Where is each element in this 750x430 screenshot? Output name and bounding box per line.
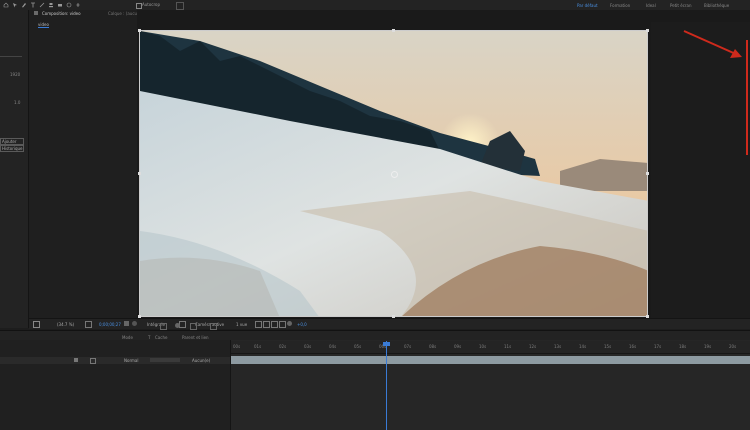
workspace-ideal[interactable]: Ideal (646, 3, 656, 8)
frame-blending-icon[interactable] (210, 323, 217, 330)
fast-preview-icon[interactable] (271, 321, 278, 328)
ruler-tick: 10s (479, 344, 487, 349)
ruler-tick: 20s (729, 344, 737, 349)
add-button[interactable]: Ajouter (0, 138, 24, 145)
region-icon[interactable] (33, 321, 40, 328)
composition-tab[interactable]: Composition: video (42, 11, 81, 16)
motion-blur-icon[interactable] (175, 323, 180, 328)
left-panel: 1920 1.0 Ajouter Historique (0, 10, 29, 328)
selection-tool-icon[interactable] (12, 2, 18, 8)
ruler-tick: 02s (279, 344, 287, 349)
channel-icon[interactable] (132, 321, 137, 326)
type-tool-icon[interactable] (30, 2, 36, 8)
puppet-pin-icon[interactable] (75, 2, 81, 8)
timecode[interactable]: 0;00;00;27 (99, 322, 121, 327)
snap-icon[interactable] (176, 2, 184, 10)
views-select[interactable]: 1 vue (236, 322, 247, 327)
draft-3d-icon[interactable] (160, 323, 167, 330)
time-ruler[interactable]: 01s 02s 03s 04s 05s 06s 07s 08s 09s 10s … (231, 341, 750, 354)
panel-value[interactable]: 1920 (10, 72, 20, 77)
ruler-tick: 08s (429, 344, 437, 349)
playhead-handle[interactable] (383, 342, 390, 346)
anchor-point-icon[interactable] (391, 171, 398, 178)
exposure-icon[interactable] (287, 321, 292, 326)
grid-icon[interactable] (255, 321, 262, 328)
composition-tab-area: Composition: video Calque : (aucun) vide… (29, 10, 141, 328)
composition-subtab[interactable]: video (38, 22, 49, 28)
red-arrow-annotation (683, 30, 742, 58)
pen-tool-icon[interactable] (21, 2, 27, 8)
current-time-indicator[interactable] (386, 341, 387, 430)
3d-icon[interactable] (263, 321, 270, 328)
composition-icon (34, 11, 38, 15)
ruler-tick: 09s (454, 344, 462, 349)
ruler-tick: 14s (579, 344, 587, 349)
layer-duration-bar[interactable] (231, 356, 750, 364)
ruler-tick: 04s (329, 344, 337, 349)
ruler-tick: 15s (604, 344, 612, 349)
workspace-small-screen[interactable]: Petit écran (670, 3, 692, 8)
ruler-tick: 18s (679, 344, 687, 349)
workspace-default[interactable]: Par défaut (577, 3, 598, 8)
roto-brush-icon[interactable] (66, 2, 72, 8)
frame-handle[interactable] (138, 172, 141, 175)
layer-mode[interactable]: Normal (124, 358, 138, 363)
ruler-tick: 19s (704, 344, 712, 349)
frame-handle[interactable] (646, 172, 649, 175)
ruler-tick: 00s (233, 344, 241, 349)
ruler-tick: 05s (354, 344, 362, 349)
workspace-formation[interactable]: Formation (610, 3, 630, 8)
zoom-level[interactable]: (34.7 %) (57, 322, 74, 327)
timeline-layers-panel (0, 340, 230, 430)
ruler-tick: 16s (629, 344, 637, 349)
frame-handle[interactable] (646, 29, 649, 32)
ruler-tick: 17s (654, 344, 662, 349)
red-edge-annotation (746, 40, 748, 155)
transparency-grid-icon[interactable] (279, 321, 286, 328)
viewer-toolbar: (34.7 %) 0;00;00;27 Intégrale Caméra act… (29, 318, 750, 329)
ruler-tick: 12s (529, 344, 537, 349)
frame-handle[interactable] (392, 29, 395, 32)
home-icon[interactable] (3, 2, 9, 8)
eraser-tool-icon[interactable] (57, 2, 63, 8)
ruler-tick: 11s (504, 344, 512, 349)
panel-value[interactable]: 1.0 (14, 100, 20, 105)
ruler-tick: 07s (404, 344, 412, 349)
brush-tool-icon[interactable] (39, 2, 45, 8)
ruler-tick: 01s (254, 344, 262, 349)
workspace-library[interactable]: Bibliothèque (704, 3, 729, 8)
clone-stamp-icon[interactable] (48, 2, 54, 8)
ruler-tick: 03s (304, 344, 312, 349)
visibility-icon[interactable] (74, 358, 78, 362)
layer-parent[interactable]: Aucun(e) (192, 358, 210, 363)
autocrop-label: Autocrop (142, 2, 161, 7)
roi-icon[interactable] (179, 321, 186, 328)
layer-row[interactable]: Normal Aucun(e) (0, 357, 230, 364)
ruler-tick: 13s (554, 344, 562, 349)
snapshot-icon[interactable] (124, 321, 129, 326)
graph-editor-icon[interactable] (190, 323, 197, 330)
history-button[interactable]: Historique (0, 145, 24, 152)
exposure-value[interactable]: +0,0 (297, 322, 307, 327)
track-matte-select[interactable] (150, 358, 180, 362)
solo-icon[interactable] (90, 358, 96, 364)
viewer-pasteboard (651, 22, 750, 318)
frame-handle[interactable] (138, 29, 141, 32)
divider (0, 56, 22, 57)
safe-zones-icon[interactable] (85, 321, 92, 328)
